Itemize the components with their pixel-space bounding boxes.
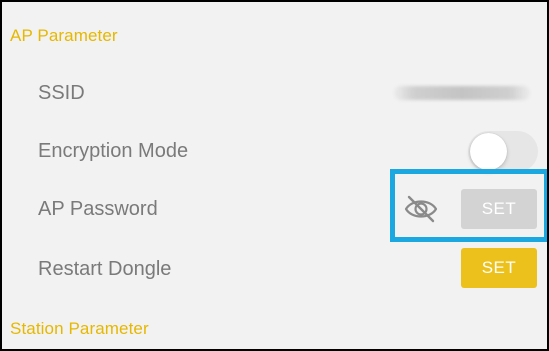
ssid-value-blurred [394, 86, 530, 100]
settings-panel: AP Parameter SSID Encryption Mode AP Pas… [0, 0, 549, 351]
highlight-annotation [390, 169, 547, 242]
ssid-label: SSID [38, 82, 85, 104]
ap-parameter-header: AP Parameter [10, 26, 118, 45]
ap-password-label: AP Password [38, 198, 158, 220]
restart-dongle-set-button[interactable]: SET [461, 248, 537, 288]
station-parameter-header: Station Parameter [10, 319, 149, 338]
encryption-mode-label: Encryption Mode [38, 140, 189, 162]
toggle-knob [470, 133, 507, 170]
restart-dongle-label: Restart Dongle [38, 258, 172, 280]
encryption-mode-toggle[interactable] [468, 131, 538, 172]
